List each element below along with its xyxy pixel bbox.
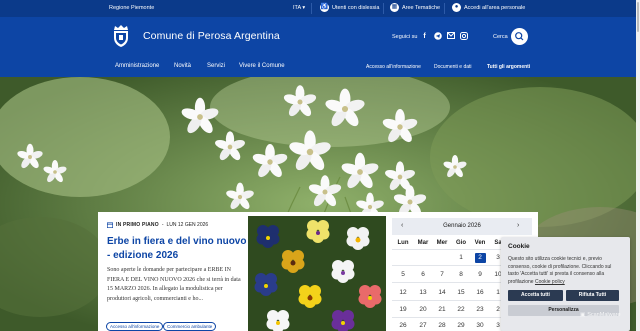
calendar-day[interactable]: 7 bbox=[432, 271, 452, 278]
nav-novita[interactable]: Novità bbox=[174, 63, 191, 69]
calendar-icon bbox=[107, 222, 113, 228]
dyslexia-users-label: Utenti con dislessia bbox=[332, 4, 380, 11]
tag-chip[interactable]: Accesso all'informazione bbox=[106, 322, 164, 331]
nav-tutti-argomenti[interactable]: Tutti gli argomenti bbox=[487, 64, 530, 70]
article-category: IN PRIMO PIANO bbox=[116, 222, 159, 228]
language-selector[interactable]: ITA ▾ bbox=[293, 5, 305, 11]
calendar-day[interactable]: 30 bbox=[470, 322, 490, 329]
calendar-day[interactable]: 20 bbox=[413, 306, 433, 313]
calendar-day[interactable]: 21 bbox=[432, 306, 452, 313]
telegram-icon[interactable] bbox=[433, 32, 442, 41]
calendar-day-today[interactable]: 2 bbox=[470, 254, 490, 261]
scrollbar-thumb[interactable] bbox=[637, 2, 639, 32]
instagram-icon[interactable] bbox=[459, 32, 468, 41]
cookie-title: Cookie bbox=[508, 243, 530, 250]
calendar-day[interactable]: 28 bbox=[432, 322, 452, 329]
calendar-day[interactable]: 1 bbox=[451, 254, 471, 261]
calendar-weekday: Lun bbox=[397, 240, 409, 246]
cookie-policy-link[interactable]: Cookie policy bbox=[535, 279, 565, 285]
municipality-crest-icon[interactable] bbox=[111, 24, 131, 48]
language-label: ITA bbox=[293, 5, 301, 11]
calendar-day[interactable]: 16 bbox=[470, 289, 490, 296]
watermark: ▣ ScanMalware bbox=[580, 312, 621, 318]
calendar-day[interactable]: 23 bbox=[470, 306, 490, 313]
calendar-next-button[interactable]: › bbox=[517, 222, 519, 229]
nav-accesso-informazione[interactable]: Accesso all'informazione bbox=[366, 64, 421, 70]
top-bar: Regione Piemonte ITA ▾ ♿ Utenti con disl… bbox=[0, 0, 640, 17]
calendar-day[interactable]: 29 bbox=[451, 322, 471, 329]
site-title[interactable]: Comune di Perosa Argentina bbox=[143, 30, 280, 42]
article-description: Sono aperte le domande per partecipare a… bbox=[107, 267, 241, 302]
accessibility-icon: ♿ bbox=[320, 3, 329, 12]
reject-all-button[interactable]: Rifiuta Tutti bbox=[566, 290, 619, 301]
nav-amministrazione[interactable]: Amministrazione bbox=[115, 63, 159, 69]
calendar-day[interactable]: 8 bbox=[451, 271, 471, 278]
calendar-day[interactable]: 22 bbox=[451, 306, 471, 313]
calendar-month: Gennaio 2026 bbox=[443, 223, 481, 229]
cookie-text: Questo sito utilizza cookie tecnici e, p… bbox=[508, 256, 622, 286]
email-icon[interactable] bbox=[446, 32, 455, 41]
user-icon: ● bbox=[452, 3, 461, 12]
divider bbox=[383, 3, 384, 14]
personal-area-label: Accedi all'area personale bbox=[464, 4, 526, 11]
article-image[interactable] bbox=[248, 216, 386, 331]
accept-all-button[interactable]: Accetta tutti bbox=[508, 290, 563, 301]
search-label: Cerca bbox=[493, 34, 508, 40]
article-title[interactable]: Erbe in fiera e del vino nuovo - edizion… bbox=[107, 235, 247, 263]
calendar-day[interactable]: 15 bbox=[451, 289, 471, 296]
calendar-day[interactable]: 27 bbox=[413, 322, 433, 329]
calendar-day[interactable]: 9 bbox=[470, 271, 490, 278]
thematic-areas-label: Aree Tematiche bbox=[402, 4, 441, 11]
calendar-day[interactable]: 19 bbox=[393, 306, 413, 313]
nav-vivere-il-comune[interactable]: Vivere il Comune bbox=[239, 63, 285, 69]
calendar-day[interactable]: 6 bbox=[413, 271, 433, 278]
calendar-day[interactable]: 14 bbox=[432, 289, 452, 296]
region-link[interactable]: Regione Piemonte bbox=[109, 5, 154, 11]
calendar-day[interactable]: 13 bbox=[413, 289, 433, 296]
facebook-icon[interactable]: f bbox=[420, 32, 429, 41]
personal-area-link[interactable]: ● Accedi all'area personale bbox=[452, 3, 525, 12]
calendar-weekday: Gio bbox=[456, 240, 466, 246]
calendar-weekday: Mer bbox=[436, 240, 448, 246]
calendar-day[interactable]: 12 bbox=[393, 289, 413, 296]
watermark-text: ScanMalware bbox=[587, 312, 621, 318]
search-button[interactable] bbox=[511, 28, 528, 45]
calendar-day[interactable]: 26 bbox=[393, 322, 413, 329]
calendar-weekday: Mar bbox=[417, 240, 429, 246]
calendar-header: ‹ Gennaio 2026 › bbox=[392, 218, 532, 235]
thematic-areas-link[interactable]: ▦ Aree Tematiche bbox=[390, 3, 440, 12]
scrollbar[interactable] bbox=[636, 0, 640, 331]
site-header: Comune di Perosa Argentina Seguici su f … bbox=[0, 17, 640, 77]
calendar-day[interactable]: 5 bbox=[393, 271, 413, 278]
tag-chip[interactable]: Commercio ambulante bbox=[163, 322, 217, 331]
article-date: LUN 12 GEN 2026 bbox=[166, 222, 209, 228]
follow-us-label: Seguici su bbox=[392, 34, 418, 40]
divider bbox=[444, 3, 445, 14]
article-meta-separator: - bbox=[161, 222, 164, 228]
nav-servizi[interactable]: Servizi bbox=[207, 63, 225, 69]
article-meta: IN PRIMO PIANO - LUN 12 GEN 2026 bbox=[107, 222, 208, 228]
divider bbox=[311, 3, 312, 14]
shield-icon: ▣ bbox=[580, 312, 586, 318]
search-icon bbox=[515, 32, 524, 41]
nav-documenti-dati[interactable]: Documenti e dati bbox=[434, 64, 472, 70]
grid-icon: ▦ bbox=[390, 3, 399, 12]
dyslexia-users-link[interactable]: ♿ Utenti con dislessia bbox=[320, 3, 379, 12]
calendar-weekday: Ven bbox=[474, 240, 486, 246]
